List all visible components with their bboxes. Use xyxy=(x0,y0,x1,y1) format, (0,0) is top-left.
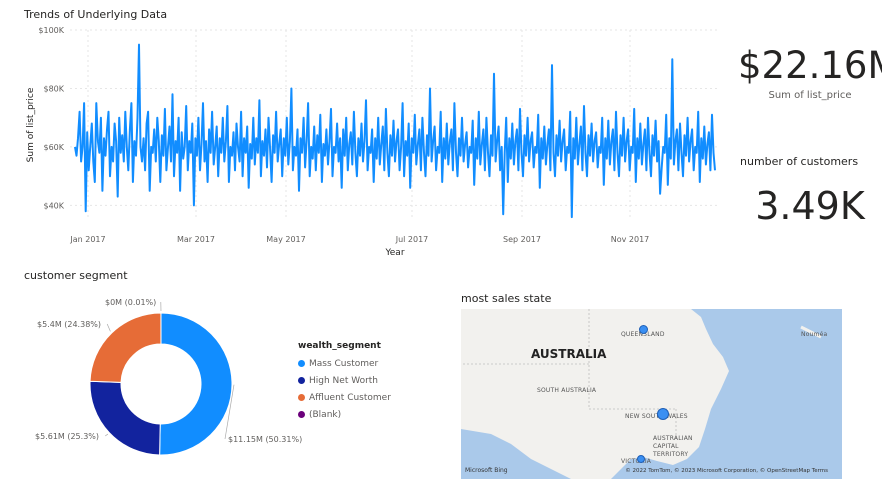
legend-dot-icon xyxy=(298,360,305,367)
legend-dot-icon xyxy=(298,411,305,418)
kpi-customers-value: 3.49K xyxy=(755,184,865,228)
donut-slice[interactable] xyxy=(89,380,161,456)
x-tick-label: May 2017 xyxy=(266,235,305,244)
legend-item-blank[interactable]: (Blank) xyxy=(298,406,438,423)
map-label-south-australia: SOUTH AUSTRALIA xyxy=(537,387,597,394)
x-tick-label: Mar 2017 xyxy=(177,235,215,244)
x-tick-label: Jul 2017 xyxy=(395,235,429,244)
legend-label: Mass Customer xyxy=(309,358,379,369)
kpi-customers-label: number of customers xyxy=(740,155,859,168)
map-bubble-victoria[interactable] xyxy=(637,455,645,463)
y-tick-label: $60K xyxy=(43,143,64,152)
legend-label: Affluent Customer xyxy=(309,392,391,403)
x-tick-label: Nov 2017 xyxy=(611,235,650,244)
trend-line-chart[interactable]: $40K $60K $80K $100K Jan 2017 Mar 2017 May 201… xyxy=(20,22,725,262)
kpi-sum-list-price-value: $22.16M xyxy=(738,44,882,87)
legend-dot-icon xyxy=(298,377,305,384)
legend-dot-icon xyxy=(298,394,305,401)
segment-chart-title: customer segment xyxy=(24,269,128,282)
legend-title: wealth_segment xyxy=(298,341,381,351)
y-tick-label: $40K xyxy=(43,201,64,210)
bing-logo: Microsoft Bing xyxy=(465,467,508,474)
map-label-act: AUSTRALIAN CAPITAL TERRITORY xyxy=(653,435,693,458)
series-line-list-price[interactable] xyxy=(74,43,716,219)
map-label-noumea: Nouméa xyxy=(801,331,828,338)
x-axis-label: Year xyxy=(384,248,404,258)
trend-chart-title: Trends of Underlying Data xyxy=(24,8,168,21)
legend-item-high-net-worth[interactable]: High Net Worth xyxy=(298,372,438,389)
y-axis-label: Sum of list_price xyxy=(26,87,36,162)
x-tick-label: Sep 2017 xyxy=(503,235,541,244)
map-bubble-queensland[interactable] xyxy=(639,325,648,334)
donut-data-label: $5.4M (24.38%) xyxy=(37,320,101,329)
kpi-sum-list-price-label: Sum of list_price xyxy=(768,90,852,101)
map-country-label: AUSTRALIA xyxy=(531,347,607,361)
y-tick-label: $100K xyxy=(38,26,64,35)
legend-label: High Net Worth xyxy=(309,375,379,386)
donut-slice[interactable] xyxy=(159,312,233,456)
legend-item-mass-customer[interactable]: Mass Customer xyxy=(298,355,438,372)
legend-label: (Blank) xyxy=(309,409,342,420)
x-tick-label: Jan 2017 xyxy=(69,235,105,244)
donut-data-label: $11.15M (50.31%) xyxy=(228,435,302,444)
y-tick-label: $80K xyxy=(43,84,64,93)
donut-leader-line xyxy=(104,433,109,437)
sales-state-map[interactable]: AUSTRALIA QUEENSLAND SOUTH AUSTRALIA NEW… xyxy=(461,309,842,479)
map-copyright: © 2022 TomTom, © 2023 Microsoft Corporat… xyxy=(625,468,828,474)
segment-legend: wealth_segment Mass Customer High Net Wo… xyxy=(298,341,438,423)
map-bubble-nsw[interactable] xyxy=(657,408,669,420)
donut-data-label: $0M (0.01%) xyxy=(105,298,156,307)
donut-leader-line xyxy=(106,323,111,332)
map-title: most sales state xyxy=(461,292,552,305)
legend-item-affluent-customer[interactable]: Affluent Customer xyxy=(298,389,438,406)
donut-data-label: $5.61M (25.3%) xyxy=(35,432,99,441)
